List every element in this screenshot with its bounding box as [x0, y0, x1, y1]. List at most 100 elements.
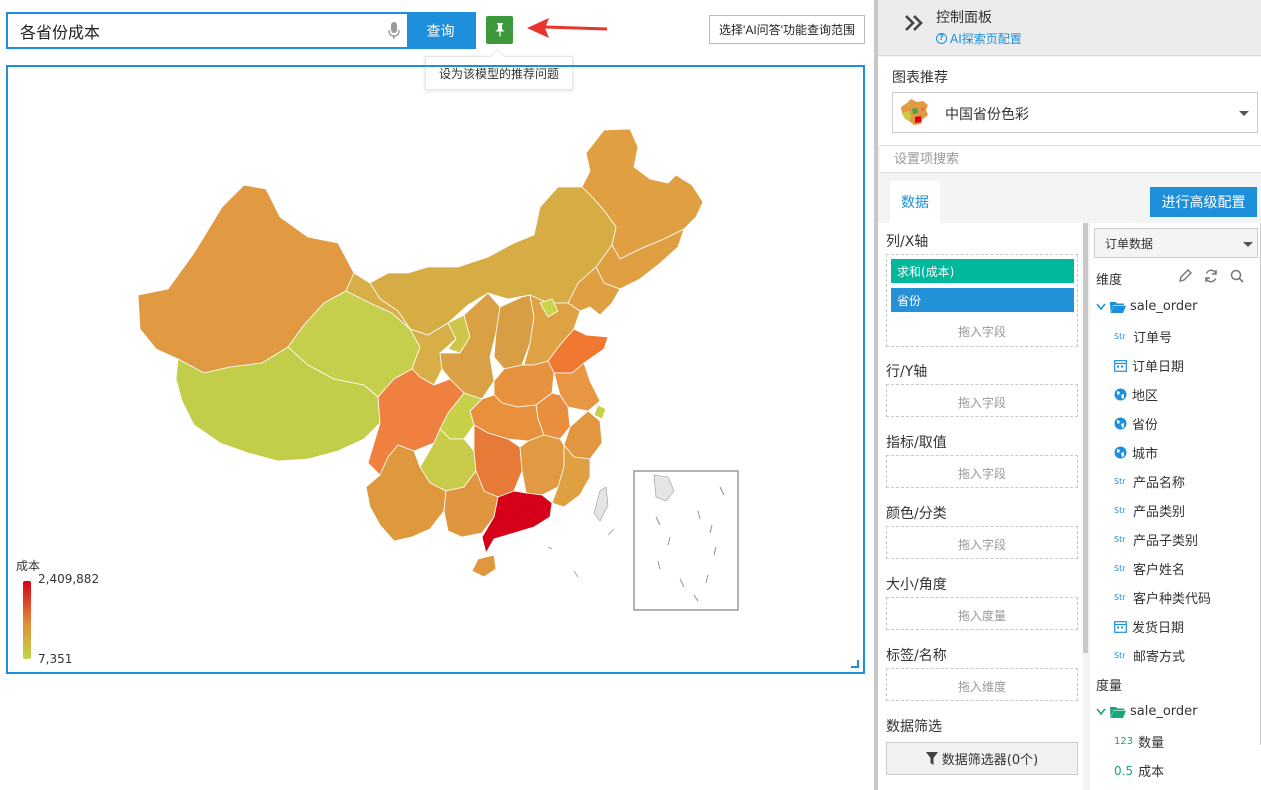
size-drop-zone[interactable]: 拖入度量 — [886, 597, 1078, 630]
double-chevron-right-icon[interactable] — [904, 14, 924, 32]
globe-icon — [1114, 388, 1127, 401]
chart-recommend-select[interactable]: 中国省份色彩 — [892, 92, 1258, 133]
dimension-item[interactable]: Str 产品子类别 — [1114, 530, 1198, 549]
dimension-item[interactable]: Str 客户姓名 — [1114, 559, 1185, 578]
dimension-tools — [1178, 269, 1244, 283]
dimension-item[interactable]: Str 产品名称 — [1114, 472, 1185, 491]
dimension-item-label: 地区 — [1132, 389, 1159, 404]
x-axis-drop-hint: 拖入字段 — [957, 325, 1006, 339]
dimension-item[interactable]: 地区 — [1114, 385, 1158, 404]
app-root: 查询 设为该模型的推荐问题 选择'AI问答'功能查询范围 — [0, 0, 1261, 790]
globe-icon — [1114, 417, 1127, 430]
microphone-icon[interactable] — [388, 22, 400, 40]
refresh-icon[interactable] — [1204, 269, 1218, 283]
chart-container[interactable]: 成本 2,409,882 7,351 — [6, 65, 865, 674]
legend-min-label: 7,351 — [38, 652, 73, 666]
globe-icon — [1114, 446, 1127, 459]
tab-data[interactable]: 数据 — [890, 181, 940, 223]
size-label: 大小/角度 — [886, 577, 947, 593]
search-icon[interactable] — [1230, 269, 1244, 283]
x-axis-drop-zone[interactable]: 求和(成本) 省份 拖入字段 — [886, 254, 1078, 347]
string-type-icon: Str — [1114, 477, 1126, 486]
metric-label: 指标/取值 — [886, 435, 947, 451]
query-submit-button[interactable]: 查询 — [407, 14, 474, 47]
annotation-arrow-icon — [527, 18, 608, 38]
data-source-value: 订单数据 — [1105, 236, 1154, 251]
query-input[interactable] — [8, 14, 408, 47]
query-bar: 查询 — [6, 12, 476, 49]
chip-sum-cost[interactable]: 求和(成本) — [891, 259, 1074, 283]
field-wells-scrollbar[interactable] — [1083, 223, 1088, 653]
settings-search-input[interactable] — [880, 146, 1250, 172]
china-province-map[interactable] — [8, 67, 863, 672]
dimension-item-label: 省份 — [1132, 418, 1159, 433]
color-drop-zone[interactable]: 拖入字段 — [886, 526, 1078, 559]
dimension-item[interactable]: 发货日期 — [1114, 617, 1184, 636]
calendar-icon — [1114, 360, 1127, 372]
folder-open-icon — [1110, 706, 1126, 718]
tag-drop-zone[interactable]: 拖入维度 — [886, 668, 1078, 701]
province-shanghai[interactable] — [593, 404, 607, 420]
metric-drop-zone[interactable]: 拖入字段 — [886, 455, 1078, 488]
dimension-item-label: 产品名称 — [1133, 476, 1186, 491]
string-type-icon: Str — [1114, 651, 1126, 660]
measure-item-label: 数量 — [1138, 736, 1165, 751]
chip-province[interactable]: 省份 — [891, 288, 1074, 312]
field-wells: 列/X轴 求和(成本) 省份 拖入字段 行/Y轴 拖入字段 指标/取值 拖入字段… — [878, 223, 1083, 790]
resize-handle-icon[interactable] — [851, 660, 859, 668]
dimension-item-label: 订单号 — [1133, 331, 1173, 346]
data-filter-button[interactable]: 数据筛选器(0个) — [886, 742, 1078, 775]
island-marks — [547, 528, 615, 578]
measure-item-label: 成本 — [1138, 765, 1165, 780]
south-china-sea-inset — [633, 470, 739, 611]
dimension-item[interactable]: Str 客户种类代码 — [1114, 588, 1211, 607]
edit-pencil-icon[interactable] — [1178, 269, 1192, 283]
measures-folder[interactable]: sale_order — [1096, 704, 1198, 719]
dimension-item[interactable]: 省份 — [1114, 414, 1158, 433]
tag-drop-hint: 拖入维度 — [957, 680, 1006, 694]
chevron-down-icon — [1096, 708, 1106, 715]
chevron-down-icon — [1096, 303, 1106, 310]
chart-recommend-section: 图表推荐 中国省份色彩 — [878, 57, 1261, 145]
query-scope-button[interactable]: 选择'AI问答'功能查询范围 — [709, 15, 865, 44]
string-type-icon: Str — [1114, 506, 1126, 515]
decimal-type-icon: 0.5 — [1114, 763, 1134, 778]
province-jiangxi[interactable] — [519, 434, 565, 496]
dimensions-folder[interactable]: sale_order — [1096, 299, 1198, 314]
dimension-item[interactable]: Str 产品类别 — [1114, 501, 1185, 520]
dimension-item-label: 订单日期 — [1132, 360, 1185, 375]
legend-title: 成本 — [16, 559, 41, 573]
province-hainan[interactable] — [471, 554, 497, 578]
y-axis-drop-zone[interactable]: 拖入字段 — [886, 384, 1078, 417]
dimension-item[interactable]: 城市 — [1114, 443, 1158, 462]
china-map-thumbnail-icon — [901, 99, 928, 125]
measure-item[interactable]: 123 数量 — [1114, 732, 1164, 751]
ai-config-label: AI探索页配置 — [950, 32, 1022, 46]
panel-header: 控制面板 ? AI探索页配置 — [878, 0, 1261, 56]
folder-open-icon — [1110, 301, 1126, 313]
legend-gradient-bar[interactable] — [23, 581, 31, 659]
y-axis-label: 行/Y轴 — [886, 364, 928, 380]
dimension-item[interactable]: Str 邮寄方式 — [1114, 646, 1185, 665]
string-type-icon: Str — [1114, 332, 1126, 341]
question-circle-icon: ? — [936, 33, 947, 44]
measures-folder-label: sale_order — [1130, 704, 1198, 719]
measure-item[interactable]: 0.5 成本 — [1114, 761, 1165, 781]
number-type-icon: 123 — [1114, 736, 1134, 747]
pin-recommend-button[interactable] — [486, 16, 513, 44]
advanced-config-button[interactable]: 进行高级配置 — [1150, 187, 1257, 217]
dimension-item-label: 产品类别 — [1133, 505, 1186, 520]
string-type-icon: Str — [1114, 593, 1126, 602]
dimension-item[interactable]: Str 订单号 — [1114, 327, 1172, 346]
x-axis-label: 列/X轴 — [886, 234, 929, 250]
dimension-item-label: 发货日期 — [1132, 621, 1185, 636]
chart-recommend-value: 中国省份色彩 — [945, 107, 1029, 123]
legend-max-label: 2,409,882 — [38, 572, 100, 586]
province-taiwan[interactable] — [593, 486, 609, 522]
dimension-item[interactable]: 订单日期 — [1114, 356, 1184, 375]
settings-search — [880, 145, 1261, 173]
dimension-item-label: 城市 — [1132, 447, 1159, 462]
ai-config-link[interactable]: ? AI探索页配置 — [936, 30, 1022, 47]
dimension-item-label: 客户姓名 — [1133, 563, 1186, 578]
data-source-select[interactable]: 订单数据 — [1094, 228, 1258, 258]
